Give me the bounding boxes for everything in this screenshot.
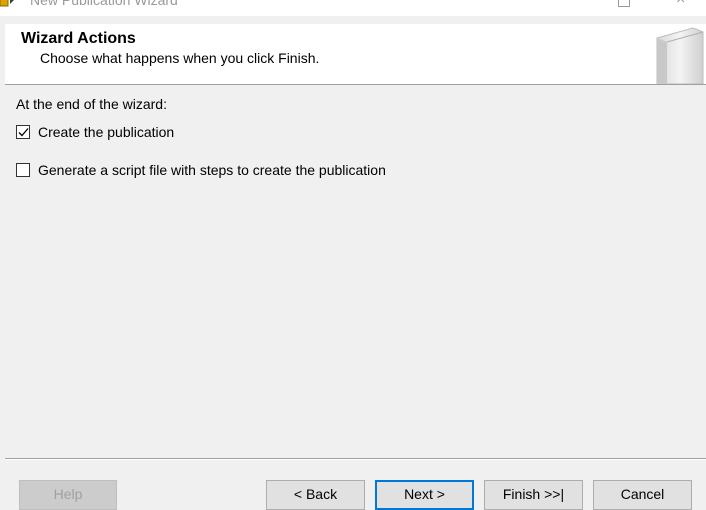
create-publication-checkbox[interactable] [16,125,30,139]
help-button[interactable]: Help [19,480,117,510]
section-label: At the end of the wizard: [16,96,167,112]
header-divider [5,84,706,85]
create-publication-label[interactable]: Create the publication [38,124,174,140]
generate-script-label[interactable]: Generate a script file with steps to cre… [38,162,386,178]
close-icon[interactable]: × [676,0,690,8]
footer-divider-highlight [5,459,706,460]
generate-script-checkbox[interactable] [16,163,30,177]
wizard-header: Wizard Actions Choose what happens when … [5,24,706,85]
finish-button[interactable]: Finish >>| [484,480,583,510]
window-title: New Publication Wizard [30,0,178,8]
page-subtitle: Choose what happens when you click Finis… [40,50,320,66]
next-button[interactable]: Next > [375,480,474,510]
maximize-icon[interactable] [618,0,630,7]
book-graphic-icon [645,24,706,85]
title-bar: New Publication Wizard × [0,0,706,16]
back-button[interactable]: < Back [266,480,365,510]
cancel-button[interactable]: Cancel [593,480,692,510]
create-publication-option[interactable]: Create the publication [16,123,174,141]
page-title: Wizard Actions [21,30,136,47]
wizard-app-icon [0,0,16,8]
generate-script-option[interactable]: Generate a script file with steps to cre… [16,161,386,179]
